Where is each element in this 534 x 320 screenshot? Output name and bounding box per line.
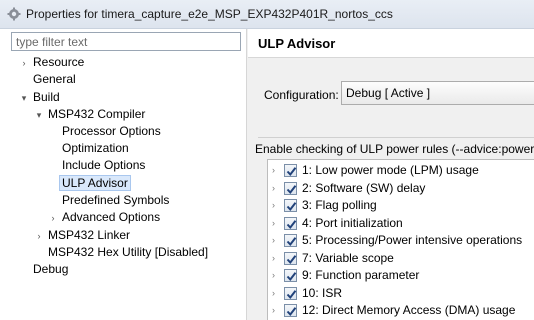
expand-arrow-icon[interactable]: › [272,252,275,265]
collapsed-arrow-icon[interactable]: › [19,55,29,72]
expand-arrow-icon[interactable]: › [272,234,275,247]
rule-row: › 10: ISR [268,285,534,302]
tree-item[interactable]: › Advanced Options [48,209,161,227]
expand-arrow-icon[interactable]: › [272,199,275,212]
expand-arrow-icon[interactable]: › [272,217,275,230]
configuration-value: Debug [ Active ] [346,86,431,100]
rule-label: 1: Low power mode (LPM) usage [302,163,479,177]
rule-row: › 5: Processing/Power intensive operation… [268,232,534,249]
ulp-rules-group-label: Enable checking of ULP power rules (--ad… [255,142,534,156]
navigation-panel: › Resource General ▾ Build ▾ MSP432 Compiler Pr… [0,29,247,320]
tree-item[interactable]: Predefined Symbols [48,192,169,209]
collapsed-arrow-icon[interactable]: › [48,210,58,227]
filter-input[interactable] [11,32,241,51]
rule-row: › 3: Flag polling [268,197,534,214]
tree-item-label: Build [33,90,60,104]
tree-item[interactable]: ▾ Build [19,89,60,106]
rule-checkbox[interactable] [284,286,297,300]
tree-item[interactable]: ▾ MSP432 Compiler [34,106,146,124]
expand-arrow-icon[interactable]: › [272,164,275,177]
checkmark-icon [286,272,297,282]
tree-item-label: ULP Advisor [59,175,131,191]
rule-label: 4: Port initialization [302,215,403,230]
rule-row: › 12: Direct Memory Access (DMA) usage [268,302,534,319]
rule-row: › 7: Variable scope [268,250,534,267]
rule-checkbox[interactable] [284,234,297,247]
tree-item-label: Predefined Symbols [62,193,170,207]
expanded-arrow-icon[interactable]: ▾ [19,90,29,107]
configuration-label: Configuration: [264,88,339,102]
rule-checkbox[interactable] [284,216,297,230]
collapsed-arrow-icon[interactable]: › [34,228,44,245]
tree-item-label: Debug [33,262,69,276]
expand-arrow-icon[interactable]: › [272,269,275,282]
tree-item[interactable]: MSP432 Hex Utility [Disabled] [34,244,208,261]
tree-item-label: MSP432 Hex Utility [Disabled] [48,245,209,259]
properties-gear-icon [7,7,21,21]
checkmark-icon [286,254,297,264]
rule-label: 12: Direct Memory Access (DMA) usage [302,303,516,317]
tree-item-label: Optimization [62,141,129,155]
property-page: ULP Advisor Configuration: Debug [ Activ… [248,29,534,320]
rule-checkbox[interactable] [284,199,297,212]
expand-arrow-icon[interactable]: › [272,182,275,195]
page-header: ULP Advisor [248,29,534,58]
checkmark-icon [286,289,297,299]
checkmark-icon [286,307,297,317]
tree-item[interactable]: › MSP432 Linker [34,227,131,245]
checkmark-icon [286,167,297,177]
checkmark-icon [286,184,297,194]
rule-row: › 1: Low power mode (LPM) usage [268,162,534,179]
window-title: Properties for timera_capture_e2e_MSP_EX… [26,7,393,21]
ulp-rules-list: › 1: Low power mode (LPM) usage › 2: Softwa… [267,159,534,320]
expanded-arrow-icon[interactable]: ▾ [34,107,44,124]
rule-row: › 2: Software (SW) delay [268,180,534,197]
rule-row: › 9: Function parameter [268,267,534,284]
tree-item[interactable]: Debug [19,261,68,278]
tree-item-label: Resource [33,55,85,69]
checkmark-icon [286,202,297,212]
expand-arrow-icon[interactable]: › [272,304,275,317]
title-bar: Properties for timera_capture_e2e_MSP_EX… [0,0,534,29]
rule-label: 9: Function parameter [302,268,420,282]
rule-row: › 4: Port initialization [268,215,534,232]
tree-item-label: General [33,72,76,86]
tree-item[interactable]: › Resource [19,54,85,72]
checkmark-icon [286,219,297,229]
rule-label: 7: Variable scope [302,250,394,265]
rule-label: 5: Processing/Power intensive operations [302,233,523,247]
rule-label: 2: Software (SW) delay [302,180,426,195]
tree-item[interactable]: Include Options [48,157,145,174]
rule-checkbox[interactable] [284,251,297,265]
tree-item[interactable]: Processor Options [48,123,161,140]
configuration-select[interactable]: Debug [ Active ] [341,81,534,105]
expand-arrow-icon[interactable]: › [272,287,275,300]
rule-checkbox[interactable] [284,181,297,195]
rule-checkbox[interactable] [284,269,297,282]
rule-checkbox[interactable] [284,164,297,177]
tree-item[interactable]: ULP Advisor [48,175,131,192]
rule-checkbox[interactable] [284,304,297,317]
tree-item[interactable]: Optimization [48,140,129,157]
tree-item-label: MSP432 Compiler [48,107,146,121]
tree-item-label: MSP432 Linker [48,228,131,242]
checkmark-icon [286,237,297,247]
tree-item-label: Include Options [62,158,146,172]
rule-label: 3: Flag polling [302,198,377,212]
tree-item-label: Processor Options [62,124,161,138]
tree-item-label: Advanced Options [62,210,161,224]
tree-item[interactable]: General [19,71,76,88]
page-title: ULP Advisor [258,36,336,51]
rule-label: 10: ISR [302,285,343,300]
